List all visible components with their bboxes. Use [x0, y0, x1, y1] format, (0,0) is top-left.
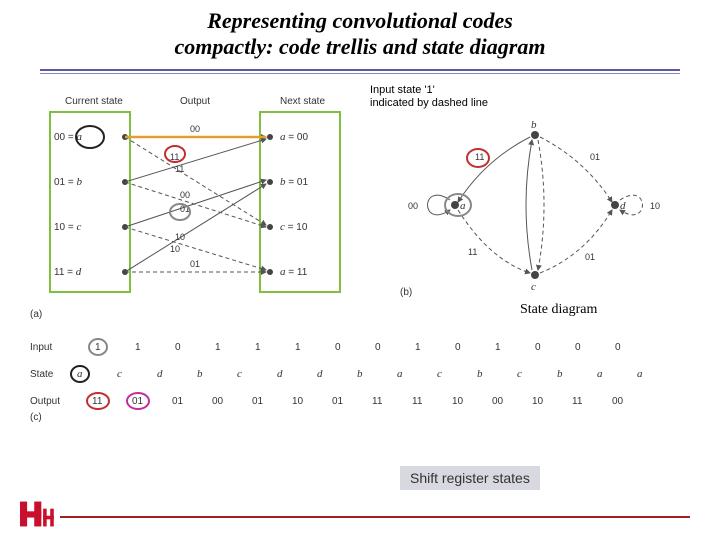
svg-text:Input: Input	[30, 342, 52, 353]
svg-text:11: 11	[175, 164, 184, 174]
shift-register-label: Shift register states	[400, 466, 540, 490]
svg-text:1: 1	[295, 342, 301, 353]
svg-text:11: 11	[475, 152, 484, 162]
svg-text:11: 11	[92, 396, 103, 407]
svg-text:1: 1	[135, 342, 141, 353]
svg-text:10 = c: 10 = c	[54, 221, 82, 233]
svg-text:b: b	[557, 368, 563, 380]
svg-text:State: State	[30, 369, 54, 380]
svg-text:10: 10	[650, 201, 660, 211]
svg-text:a: a	[397, 368, 403, 380]
svg-text:10: 10	[532, 396, 544, 407]
svg-text:c: c	[531, 281, 536, 293]
svg-text:1: 1	[95, 342, 101, 353]
state-diagram: a b c d 00 10 11 11 01 01 (b)	[400, 110, 670, 300]
svg-text:b: b	[477, 368, 483, 380]
svg-text:00: 00	[180, 190, 190, 200]
svg-text:00: 00	[492, 396, 504, 407]
svg-text:01: 01	[590, 152, 600, 162]
svg-text:c: c	[437, 368, 442, 380]
svg-text:10: 10	[170, 244, 180, 254]
svg-text:c: c	[237, 368, 242, 380]
divider-thin	[40, 73, 680, 74]
uh-logo-icon	[18, 498, 54, 530]
svg-text:a: a	[637, 368, 643, 380]
svg-text:01 = b: 01 = b	[54, 176, 83, 188]
svg-text:b: b	[357, 368, 363, 380]
svg-text:01: 01	[132, 396, 144, 407]
svg-text:10: 10	[175, 232, 185, 242]
svg-text:01: 01	[190, 259, 200, 269]
svg-text:01: 01	[332, 396, 344, 407]
svg-text:b: b	[197, 368, 203, 380]
svg-text:1: 1	[415, 342, 421, 353]
svg-text:Output: Output	[180, 96, 210, 107]
svg-text:0: 0	[455, 342, 461, 353]
svg-text:a = 11: a = 11	[280, 266, 308, 278]
svg-text:c = 10: c = 10	[280, 221, 308, 233]
svg-text:c: c	[517, 368, 522, 380]
svg-text:00: 00	[212, 396, 224, 407]
svg-text:a = 00: a = 00	[280, 131, 308, 143]
svg-text:a: a	[460, 200, 466, 212]
trellis-diagram: Current state Output Next state 00 = a 0…	[30, 92, 360, 322]
svg-text:01: 01	[252, 396, 264, 407]
svg-text:d: d	[317, 368, 323, 380]
svg-text:00: 00	[408, 201, 418, 211]
title-line-1: Representing convolutional codes	[207, 8, 513, 33]
svg-text:00: 00	[612, 396, 624, 407]
svg-text:a: a	[77, 368, 83, 380]
svg-text:0: 0	[535, 342, 541, 353]
svg-text:b = 01: b = 01	[280, 176, 308, 188]
svg-text:Next state: Next state	[280, 96, 325, 107]
svg-text:11: 11	[572, 396, 583, 407]
svg-text:01: 01	[172, 396, 184, 407]
divider-thick	[40, 69, 680, 71]
svg-text:0: 0	[375, 342, 381, 353]
svg-text:(c): (c)	[30, 412, 42, 422]
svg-text:0: 0	[575, 342, 581, 353]
svg-text:(b): (b)	[400, 287, 412, 298]
svg-text:a: a	[597, 368, 603, 380]
shift-register-sequence: Input State Output 11011100101000 acdbcd…	[30, 332, 670, 422]
svg-text:11: 11	[412, 396, 423, 407]
title-line-2: compactly: code trellis and state diagra…	[175, 34, 546, 59]
svg-text:1: 1	[495, 342, 501, 353]
svg-text:d: d	[277, 368, 283, 380]
svg-text:Output: Output	[30, 396, 60, 407]
svg-text:1: 1	[255, 342, 261, 353]
svg-text:10: 10	[452, 396, 464, 407]
svg-text:1: 1	[215, 342, 221, 353]
diagram-area: Input state '1'indicated by dashed line …	[0, 82, 720, 462]
svg-text:Current state: Current state	[65, 96, 123, 107]
svg-text:(a): (a)	[30, 309, 42, 320]
svg-text:11 = d: 11 = d	[54, 266, 82, 278]
svg-text:b: b	[531, 119, 537, 131]
svg-text:10: 10	[292, 396, 304, 407]
svg-text:11: 11	[372, 396, 383, 407]
svg-text:00: 00	[190, 124, 200, 134]
svg-text:11: 11	[468, 247, 477, 257]
state-diagram-caption: State diagram	[520, 302, 597, 318]
svg-text:00 = a: 00 = a	[54, 131, 83, 143]
svg-text:c: c	[117, 368, 122, 380]
svg-text:d: d	[157, 368, 163, 380]
footer-divider	[60, 516, 690, 518]
svg-text:01: 01	[585, 252, 595, 262]
svg-text:0: 0	[175, 342, 181, 353]
svg-text:0: 0	[335, 342, 341, 353]
dashed-note: Input state '1'indicated by dashed line	[370, 84, 540, 110]
svg-text:0: 0	[615, 342, 621, 353]
